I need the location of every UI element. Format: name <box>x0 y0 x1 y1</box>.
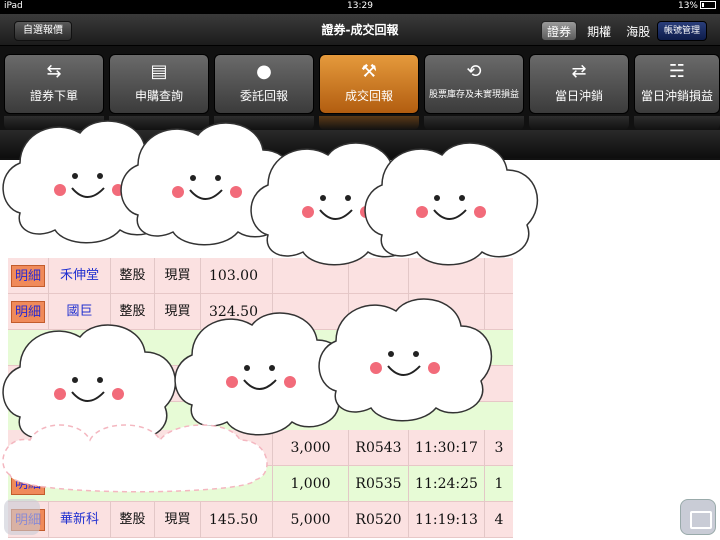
tool-label: 證券下單 <box>29 89 78 103</box>
tool-label: 成交回報 <box>344 89 393 103</box>
dashed-cloud-overlay <box>2 424 268 493</box>
tool-trade-report[interactable]: ⚒ 成交回報 <box>319 54 419 114</box>
trade-qty: 1,000 <box>272 466 348 502</box>
cloud-sticker-overlay <box>2 120 539 448</box>
stock-name: 華新科 <box>48 502 110 538</box>
trade-mode: 現買 <box>154 502 200 538</box>
tool-label: 當日沖銷損益 <box>640 89 713 103</box>
trade-price: 145.50 <box>200 502 272 538</box>
tool-label: 當日沖銷 <box>554 89 603 103</box>
trade-time: 11:19:13 <box>408 502 484 538</box>
document-search-icon: ☵ <box>668 61 686 82</box>
chart-search-icon: ⟲ <box>466 61 482 82</box>
trade-count: 1 <box>484 466 513 502</box>
tool-day-trade[interactable]: ⇄ 當日沖銷 <box>529 54 629 114</box>
battery-icon <box>700 1 716 9</box>
trade-time: 11:24:25 <box>408 466 484 502</box>
table-row[interactable]: 明細 華新科 整股 現買 145.50 5,000 R0520 11:19:13… <box>8 502 513 538</box>
cloud-face-icon <box>318 298 493 422</box>
document-money-icon: ▤ <box>150 61 168 82</box>
tool-day-trade-pnl[interactable]: ☵ 當日沖銷損益 <box>634 54 720 114</box>
clock: 13:29 <box>347 1 373 11</box>
trade-count: 4 <box>484 502 513 538</box>
lot-type: 整股 <box>110 502 154 538</box>
order-number: R0535 <box>348 466 408 502</box>
gavel-icon: ⚒ <box>360 61 378 82</box>
market-segment-control: 證券 期權 海股 <box>541 19 655 43</box>
tool-order-entry[interactable]: ⇆ 證券下單 <box>4 54 104 114</box>
segment-overseas[interactable]: 海股 <box>621 22 655 42</box>
segment-futures-options[interactable]: 期權 <box>582 22 616 42</box>
order-number: R0520 <box>348 502 408 538</box>
trade-qty: 5,000 <box>272 502 348 538</box>
account-management-button[interactable]: 帳號管理 <box>657 21 708 41</box>
tool-label: 委託回報 <box>239 89 288 103</box>
tool-label: 申購查詢 <box>134 89 183 103</box>
segment-securities[interactable]: 證券 <box>541 21 578 41</box>
nav-bar: 自選報價 證券-成交回報 證券 期權 海股 帳號管理 <box>0 14 720 46</box>
exchange-icon: ⇆ <box>46 61 62 82</box>
side-panel-button[interactable] <box>4 499 40 535</box>
swap-arrows-icon: ⇄ <box>571 61 587 82</box>
screen-toggle-button[interactable] <box>680 499 716 535</box>
tool-order-report[interactable]: ● 委託回報 <box>214 54 314 114</box>
tool-label: 股票庫存及未實現損益 <box>428 90 519 100</box>
reflection <box>634 116 720 130</box>
battery-percent: 13% <box>677 1 698 11</box>
tool-subscription-query[interactable]: ▤ 申購查詢 <box>109 54 209 114</box>
user-icon: ● <box>256 61 272 82</box>
status-bar: iPad 13:29 13% <box>0 0 720 14</box>
battery-indicator: 13% <box>678 1 716 11</box>
tool-inventory-pnl[interactable]: ⟲ 股票庫存及未實現損益 <box>424 54 524 114</box>
cloud-face-icon <box>364 142 539 266</box>
